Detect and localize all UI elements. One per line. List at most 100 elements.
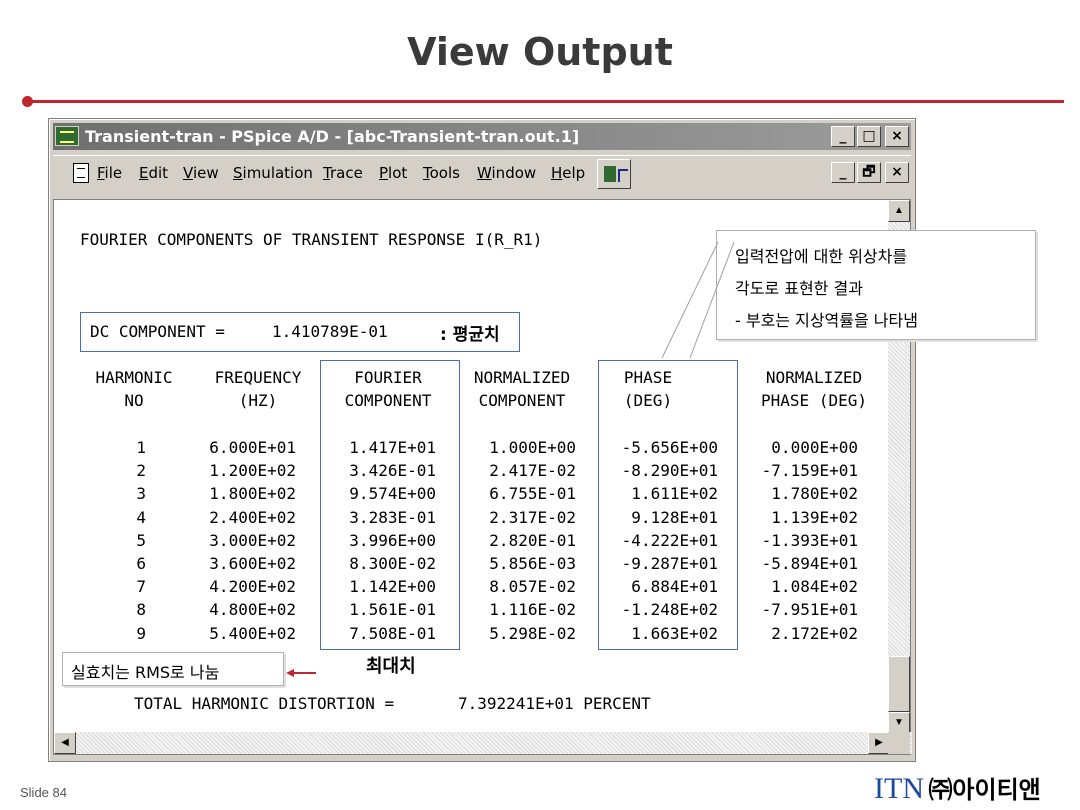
- size-grip[interactable]: [888, 732, 910, 754]
- table-cell: 2.400E+02: [209, 507, 296, 527]
- minimize-button[interactable]: _: [831, 126, 855, 147]
- logo-itn: ITN: [874, 772, 924, 805]
- table-cell: 1.800E+02: [209, 484, 296, 504]
- table-cell: 1.084E+02: [771, 577, 858, 597]
- table-cell: -4.222E+01: [621, 530, 718, 550]
- table-cell: 3.000E+02: [209, 530, 296, 550]
- table-cell: 3.426E-01: [349, 461, 436, 481]
- dc-average-note: : 평균치: [440, 325, 500, 345]
- window-title: Transient-tran - PSpice A/D - [abc-Trans…: [85, 127, 580, 146]
- menu-simulation[interactable]: Simulation: [233, 164, 313, 182]
- menu-file[interactable]: File: [97, 164, 122, 182]
- column-header: PHASE (DEG): [761, 391, 867, 410]
- doc-restore-button[interactable]: 🗗: [857, 162, 881, 183]
- table-cell: -9.287E+01: [621, 554, 718, 573]
- table-cell: -1.393E+01: [761, 530, 858, 550]
- logo-company-name: ㈜아이티앤: [928, 776, 1041, 804]
- column-header: NO: [124, 391, 144, 410]
- slide-number: Slide 84: [20, 785, 67, 800]
- table-cell: 4: [136, 507, 146, 527]
- column-header: (DEG): [623, 391, 673, 410]
- table-cell: 3: [136, 484, 146, 504]
- column-header: NORMALIZED: [473, 368, 571, 387]
- doc-close-button[interactable]: ×: [885, 162, 909, 183]
- table-cell: 5: [136, 530, 146, 550]
- table-cell: -5.656E+00: [621, 438, 718, 457]
- close-button[interactable]: ×: [885, 126, 909, 147]
- table-cell: 1.611E+02: [631, 484, 718, 504]
- table-cell: 1.663E+02: [631, 623, 718, 643]
- thd-value: 7.392241E+01 PERCENT: [458, 694, 651, 713]
- table-cell: 6.884E+01: [631, 577, 718, 597]
- table-cell: 1.417E+01: [349, 438, 436, 457]
- table-cell: -1.248E+02: [621, 600, 718, 620]
- fourier-heading: FOURIER COMPONENTS OF TRANSIENT RESPONSE…: [80, 230, 543, 249]
- menu-window[interactable]: Window: [477, 164, 536, 182]
- table-cell: 1.000E+00: [489, 438, 576, 457]
- menu-trace[interactable]: Trace: [323, 164, 363, 182]
- table-cell: 2.417E-02: [489, 461, 576, 481]
- column-header: HARMONIC: [95, 368, 173, 387]
- table-cell: 1.139E+02: [771, 507, 858, 527]
- column-header: PHASE: [623, 368, 673, 387]
- table-cell: 1.116E-02: [489, 600, 576, 620]
- toolbar-probe-icon[interactable]: [597, 159, 631, 189]
- table-cell: 2.820E-01: [489, 530, 576, 550]
- table-cell: 3.283E-01: [349, 507, 436, 527]
- company-logo: ITN ㈜아이티앤: [874, 770, 1041, 806]
- table-cell: 8: [136, 600, 146, 620]
- phase-callout: 입력전압에 대한 위상차를 각도로 표현한 결과 - 부호는 지상역률을 나타냄: [716, 230, 1036, 340]
- thd-label: TOTAL HARMONIC DISTORTION =: [134, 694, 395, 713]
- scroll-down-arrow-icon[interactable]: ▼: [888, 712, 910, 734]
- table-cell: -5.894E+01: [761, 554, 858, 573]
- column-header: COMPONENT: [478, 391, 566, 410]
- table-cell: 2.317E-02: [489, 507, 576, 527]
- column-header: NORMALIZED: [765, 368, 863, 387]
- phase-note-line-2: 각도로 표현한 결과: [735, 279, 863, 298]
- column-header: (HZ): [238, 391, 278, 410]
- scroll-right-arrow-icon[interactable]: ▶: [868, 732, 890, 754]
- table-cell: 2: [136, 461, 146, 481]
- table-cell: 5.298E-02: [489, 623, 576, 643]
- table-cell: 1.561E-01: [349, 600, 436, 620]
- scroll-up-arrow-icon[interactable]: ▲: [888, 200, 910, 222]
- table-cell: 1: [136, 438, 146, 457]
- table-cell: 6.755E-01: [489, 484, 576, 504]
- doc-minimize-button[interactable]: _: [831, 162, 855, 183]
- table-cell: 3.996E+00: [349, 530, 436, 550]
- menu-edit[interactable]: Edit: [139, 164, 168, 182]
- menu-plot[interactable]: Plot: [379, 164, 407, 182]
- dc-value: 1.410789E-01: [272, 322, 388, 341]
- table-cell: 1.780E+02: [771, 484, 858, 504]
- horizontal-scrollbar[interactable]: ◀ ▶: [54, 732, 912, 754]
- column-header: FREQUENCY: [214, 368, 302, 387]
- document-icon[interactable]: [73, 163, 89, 183]
- table-cell: 8.300E-02: [349, 554, 436, 573]
- table-cell: 2.172E+02: [771, 623, 858, 643]
- vertical-scroll-thumb[interactable]: [888, 656, 910, 712]
- menu-help[interactable]: Help: [551, 164, 585, 182]
- table-cell: 4.800E+02: [209, 600, 296, 620]
- rms-callout: 실효치는 RMS로 나눔: [62, 652, 284, 686]
- table-cell: -7.951E+01: [761, 600, 858, 620]
- phase-note-line-1: 입력전압에 대한 위상차를: [735, 247, 908, 266]
- window-titlebar[interactable]: Transient-tran - PSpice A/D - [abc-Trans…: [53, 123, 911, 150]
- table-cell: 5.856E-03: [489, 554, 576, 573]
- max-value-note: 최대치: [366, 656, 416, 677]
- table-cell: 6.000E+01: [209, 438, 296, 457]
- phase-note-line-3: - 부호는 지상역률을 나타냄: [735, 311, 918, 330]
- pspice-app-icon[interactable]: [55, 126, 79, 146]
- title-rule: [28, 100, 1064, 103]
- column-header: COMPONENT: [344, 391, 432, 410]
- scroll-left-arrow-icon[interactable]: ◀: [54, 732, 76, 754]
- dc-label: DC COMPONENT =: [90, 322, 225, 341]
- menu-view[interactable]: View: [183, 164, 219, 182]
- table-cell: 8.057E-02: [489, 577, 576, 597]
- table-cell: 3.600E+02: [209, 554, 296, 573]
- table-cell: 6: [136, 554, 146, 573]
- maximize-button[interactable]: □: [857, 126, 881, 147]
- menu-tools[interactable]: Tools: [423, 164, 460, 182]
- table-cell: 4.200E+02: [209, 577, 296, 597]
- table-cell: 9.574E+00: [349, 484, 436, 504]
- rms-note: 실효치는 RMS로 나눔: [71, 663, 220, 682]
